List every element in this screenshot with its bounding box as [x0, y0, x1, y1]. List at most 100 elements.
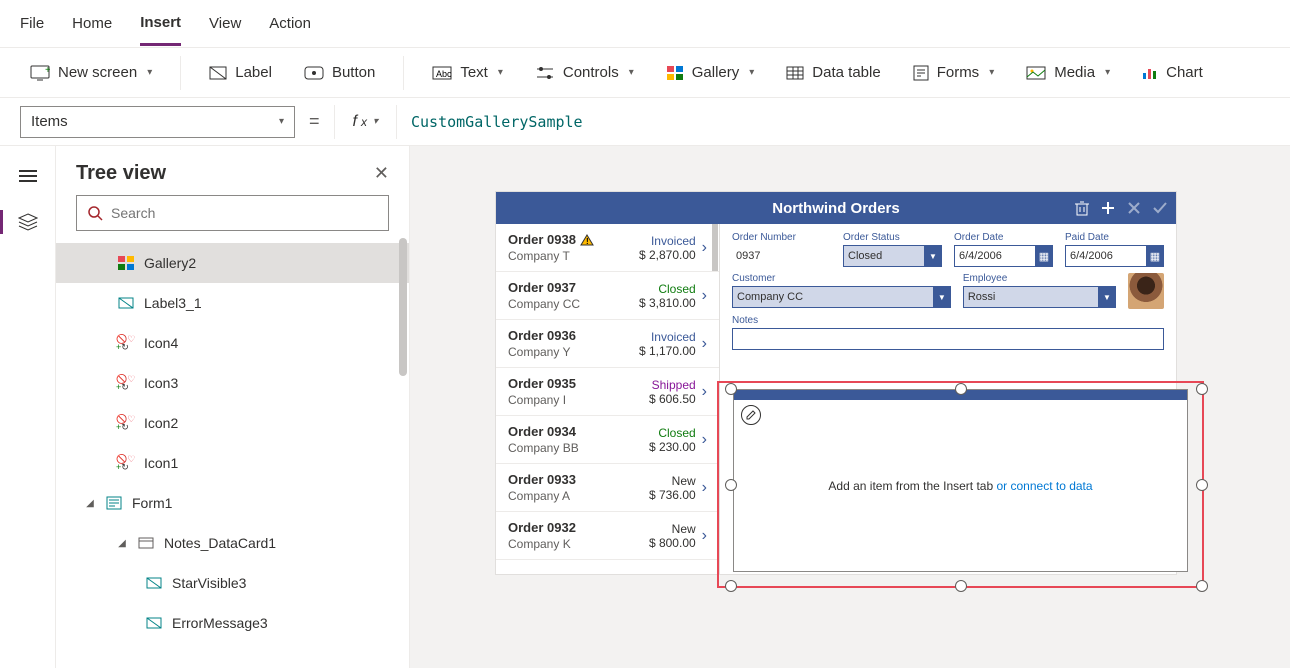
- tree-node-starvisible[interactable]: StarVisible3: [56, 563, 409, 603]
- new-screen-button[interactable]: + New screen▾: [20, 56, 162, 89]
- orders-gallery[interactable]: Order 0938 !Company TInvoiced$ 2,870.00›…: [496, 224, 720, 574]
- tree-node-label31[interactable]: Label3_1: [56, 283, 409, 323]
- data-table-label: Data table: [812, 64, 880, 81]
- tree-scrollbar[interactable]: [399, 238, 407, 376]
- tab-view[interactable]: View: [209, 3, 241, 44]
- order-row[interactable]: Order 0933 Company ANew$ 736.00›: [496, 464, 719, 512]
- gallery-button[interactable]: Gallery ▾: [656, 56, 765, 89]
- tab-action[interactable]: Action: [269, 3, 311, 44]
- button-button[interactable]: Button: [294, 56, 385, 89]
- tree-node-icon3[interactable]: 🚫♡+↻Icon3: [56, 363, 409, 403]
- chevron-down-icon: ▾: [989, 67, 994, 78]
- forms-button[interactable]: Forms ▾: [903, 56, 1005, 89]
- canvas[interactable]: Northwind Orders Order 0938 !Company TIn…: [410, 146, 1290, 668]
- employee-label: Employee: [963, 273, 1116, 284]
- order-company: Company BB: [508, 441, 649, 455]
- order-row[interactable]: Order 0935 Company IShipped$ 606.50›: [496, 368, 719, 416]
- calendar-icon: ▦: [1146, 245, 1164, 267]
- text-button[interactable]: Abc Text▾: [422, 56, 513, 89]
- button-icon: [304, 66, 324, 80]
- icon-icon: 🚫♡+↻: [116, 415, 136, 431]
- data-table-button[interactable]: Data table: [776, 56, 890, 89]
- tree-node-icon1[interactable]: 🚫♡+↻Icon1: [56, 443, 409, 483]
- resize-handle[interactable]: [1196, 580, 1208, 592]
- trash-icon[interactable]: [1074, 200, 1090, 216]
- resize-handle[interactable]: [1196, 479, 1208, 491]
- warning-icon: !: [580, 234, 594, 246]
- caret-icon: ◢: [84, 498, 96, 509]
- employee-dropdown[interactable]: Rossi: [963, 286, 1116, 308]
- resize-handle[interactable]: [955, 580, 967, 592]
- order-id: Order 0938: [508, 232, 576, 247]
- order-id: Order 0933: [508, 472, 576, 487]
- tree-node-gallery2[interactable]: Gallery2: [56, 243, 409, 283]
- tree-search-box[interactable]: [76, 195, 389, 231]
- chevron-down-icon: ▼: [924, 245, 942, 267]
- tree-node-notes-datacard[interactable]: ◢Notes_DataCard1: [56, 523, 409, 563]
- notes-input[interactable]: [732, 328, 1164, 350]
- resize-handle[interactable]: [725, 580, 737, 592]
- tree-search-input[interactable]: [111, 205, 378, 221]
- chevron-right-icon: ›: [696, 335, 707, 353]
- formula-input[interactable]: CustomGallerySample: [411, 113, 583, 131]
- chevron-right-icon: ›: [696, 239, 707, 257]
- chevron-down-icon: ▾: [147, 67, 152, 78]
- controls-button[interactable]: Controls▾: [525, 56, 644, 89]
- tree-node-icon2[interactable]: 🚫♡+↻Icon2: [56, 403, 409, 443]
- cancel-icon[interactable]: [1126, 200, 1142, 216]
- divider: [396, 105, 397, 139]
- order-price: $ 736.00: [649, 488, 696, 502]
- property-dropdown[interactable]: Items ▾: [20, 106, 295, 138]
- icon-icon: 🚫♡+↻: [116, 375, 136, 391]
- icon-icon: 🚫♡+↻: [116, 455, 136, 471]
- gallery-icon: [666, 65, 684, 81]
- order-row[interactable]: Order 0937 Company CCClosed$ 3,810.00›: [496, 272, 719, 320]
- tab-home[interactable]: Home: [72, 3, 112, 44]
- equals-label: =: [309, 111, 320, 132]
- order-id: Order 0936: [508, 328, 576, 343]
- tree-node-form1[interactable]: ◢Form1: [56, 483, 409, 523]
- order-company: Company I: [508, 393, 649, 407]
- order-row[interactable]: Order 0932 Company KNew$ 800.00›: [496, 512, 719, 560]
- chart-button[interactable]: Chart: [1132, 56, 1213, 89]
- order-price: $ 800.00: [649, 536, 696, 550]
- tab-insert[interactable]: Insert: [140, 2, 181, 46]
- order-number-label: Order Number: [732, 232, 831, 243]
- order-row[interactable]: Order 0936 Company YInvoiced$ 1,170.00›: [496, 320, 719, 368]
- tree-node-icon4[interactable]: 🚫♡+↻Icon4: [56, 323, 409, 363]
- check-icon[interactable]: [1152, 200, 1168, 216]
- chevron-down-icon: ▾: [749, 67, 754, 78]
- customer-dropdown[interactable]: Company CC: [732, 286, 951, 308]
- order-price: $ 3,810.00: [639, 296, 696, 310]
- button-label: Button: [332, 64, 375, 81]
- chevron-down-icon: ▾: [629, 67, 634, 78]
- text-label: Text: [460, 64, 488, 81]
- tree-view-rail-button[interactable]: [8, 206, 48, 238]
- gallery-icon: [116, 256, 136, 270]
- resize-handle[interactable]: [1196, 383, 1208, 395]
- label-icon: [144, 617, 164, 629]
- media-button[interactable]: Media▾: [1016, 56, 1120, 89]
- plus-icon[interactable]: [1100, 200, 1116, 216]
- order-price: $ 2,870.00: [639, 248, 696, 262]
- layers-icon: [18, 213, 38, 231]
- tree-node-label: Notes_DataCard1: [164, 535, 276, 551]
- label-button[interactable]: Label: [199, 56, 282, 89]
- fx-button[interactable]: fx▾: [349, 113, 382, 131]
- order-status: Invoiced: [639, 234, 696, 248]
- divider: [403, 56, 404, 90]
- tree-node-errormessage[interactable]: ErrorMessage3: [56, 603, 409, 643]
- chevron-down-icon: ▾: [498, 67, 503, 78]
- order-row[interactable]: Order 0934 Company BBClosed$ 230.00›: [496, 416, 719, 464]
- order-status: New: [649, 474, 696, 488]
- gallery-label: Gallery: [692, 64, 740, 81]
- forms-label: Forms: [937, 64, 980, 81]
- close-tree-button[interactable]: ✕: [374, 163, 389, 184]
- tree-node-label: StarVisible3: [172, 575, 246, 591]
- order-id: Order 0934: [508, 424, 576, 439]
- order-status: Closed: [649, 426, 696, 440]
- order-row[interactable]: Order 0938 !Company TInvoiced$ 2,870.00›: [496, 224, 719, 272]
- new-screen-label: New screen: [58, 64, 137, 81]
- hamburger-button[interactable]: [8, 160, 48, 192]
- tab-file[interactable]: File: [20, 3, 44, 44]
